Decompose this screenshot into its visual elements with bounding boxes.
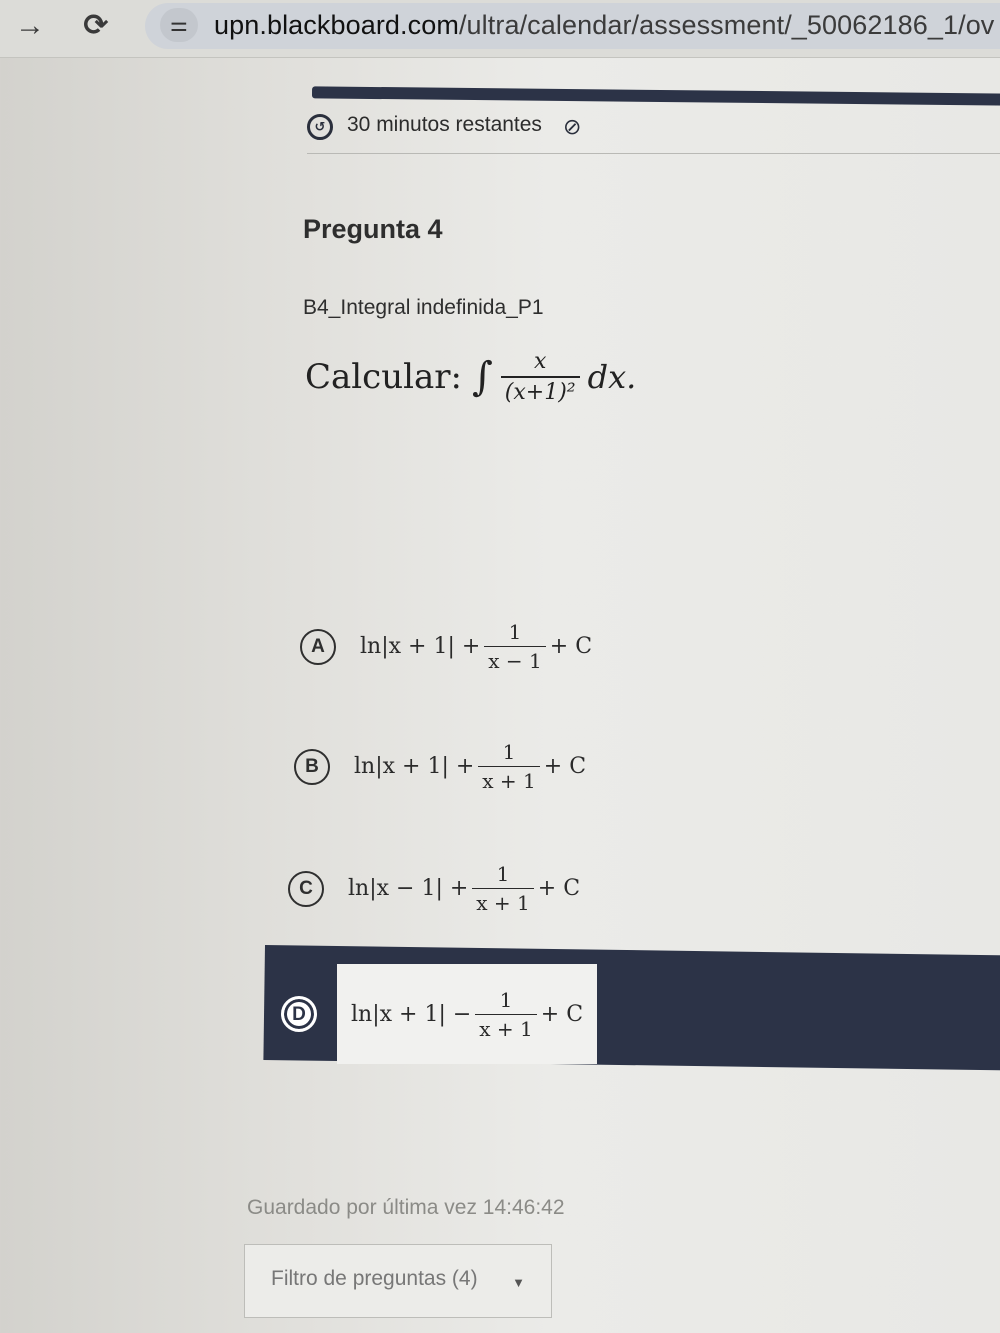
option-expression-b: ln|x + 1| + 1 x + 1 + C	[354, 740, 586, 793]
filter-label: Filtro de preguntas (4)	[271, 1267, 478, 1290]
option-expression-c: ln|x − 1| + 1 x + 1 + C	[348, 862, 580, 915]
option-ln-part: ln|x + 1| +	[360, 634, 481, 659]
browser-toolbar: → ⟳ ⚌ upn.blackboard.com/ultra/calendar/…	[0, 0, 1000, 58]
option-numerator: 1	[502, 740, 516, 764]
url-text[interactable]: upn.blackboard.com/ultra/calendar/assess…	[214, 10, 994, 41]
stem-label: Calcular:	[305, 357, 462, 397]
option-denominator: x + 1	[475, 1013, 537, 1041]
question-subtitle: B4_Integral indefinida_P1	[303, 296, 544, 319]
option-denominator: x + 1	[472, 888, 534, 915]
answer-option-a[interactable]: A ln|x + 1| + 1 x − 1 + C	[300, 620, 592, 673]
option-ln-part: ln|x + 1| −	[351, 1001, 472, 1027]
caret-down-icon: ▼	[512, 1275, 525, 1290]
tune-icon[interactable]: ⚌	[160, 8, 198, 42]
option-fraction: 1 x + 1	[472, 862, 534, 915]
forward-button[interactable]: →	[10, 6, 50, 46]
option-numerator: 1	[508, 620, 522, 644]
option-constant: + C	[537, 876, 581, 901]
question-filter-dropdown[interactable]: Filtro de preguntas (4) ▼	[244, 1244, 552, 1318]
option-fraction: 1 x + 1	[475, 987, 537, 1041]
option-fraction: 1 x − 1	[484, 620, 546, 673]
stem-fraction: x (x+1)²	[500, 349, 580, 405]
option-denominator: x − 1	[484, 646, 546, 673]
option-radio-d[interactable]: D	[281, 996, 317, 1032]
timer-icon: ↺	[307, 114, 333, 140]
timer-text: 30 minutos restantes	[347, 113, 542, 136]
reload-button[interactable]: ⟳	[76, 6, 116, 46]
answer-option-d[interactable]: D ln|x + 1| − 1 x + 1 + C	[281, 964, 598, 1064]
option-ln-part: ln|x + 1| +	[354, 754, 475, 779]
option-fraction: 1 x + 1	[478, 740, 540, 793]
option-radio-c[interactable]: C	[288, 870, 324, 907]
question-stem: Calcular: ∫ x (x+1)² dx.	[305, 342, 636, 412]
answer-option-c[interactable]: C ln|x − 1| + 1 x + 1 + C	[288, 862, 580, 915]
integral-sign: ∫	[471, 354, 493, 400]
url-path: /ultra/calendar/assessment/_50062186_1/o…	[458, 10, 995, 40]
option-radio-a[interactable]: A	[300, 628, 336, 665]
option-constant: + C	[540, 1001, 584, 1027]
last-saved-text: Guardado por última vez 14:46:42	[247, 1196, 565, 1219]
eye-slash-icon[interactable]: ⊘	[563, 114, 581, 140]
question-title: Pregunta 4	[303, 214, 443, 244]
option-constant: + C	[549, 634, 593, 659]
stem-numerator: x	[534, 349, 547, 374]
option-expression-a: ln|x + 1| + 1 x − 1 + C	[360, 620, 592, 673]
option-denominator: x + 1	[478, 766, 540, 793]
stem-differential: dx.	[587, 358, 637, 396]
answer-option-b[interactable]: B ln|x + 1| + 1 x + 1 + C	[294, 740, 586, 793]
timer-row: ↺ 30 minutos restantes ⊘	[307, 108, 1000, 154]
option-numerator: 1	[496, 862, 510, 886]
option-constant: + C	[543, 754, 587, 779]
option-numerator: 1	[499, 987, 513, 1012]
option-expression-d: ln|x + 1| − 1 x + 1 + C	[337, 964, 598, 1064]
progress-bar	[311, 86, 1000, 106]
url-host: upn.blackboard.com	[214, 10, 459, 40]
option-ln-part: ln|x − 1| +	[348, 876, 469, 901]
option-radio-b[interactable]: B	[294, 748, 330, 785]
stem-denominator: (x+1)²	[500, 376, 580, 405]
